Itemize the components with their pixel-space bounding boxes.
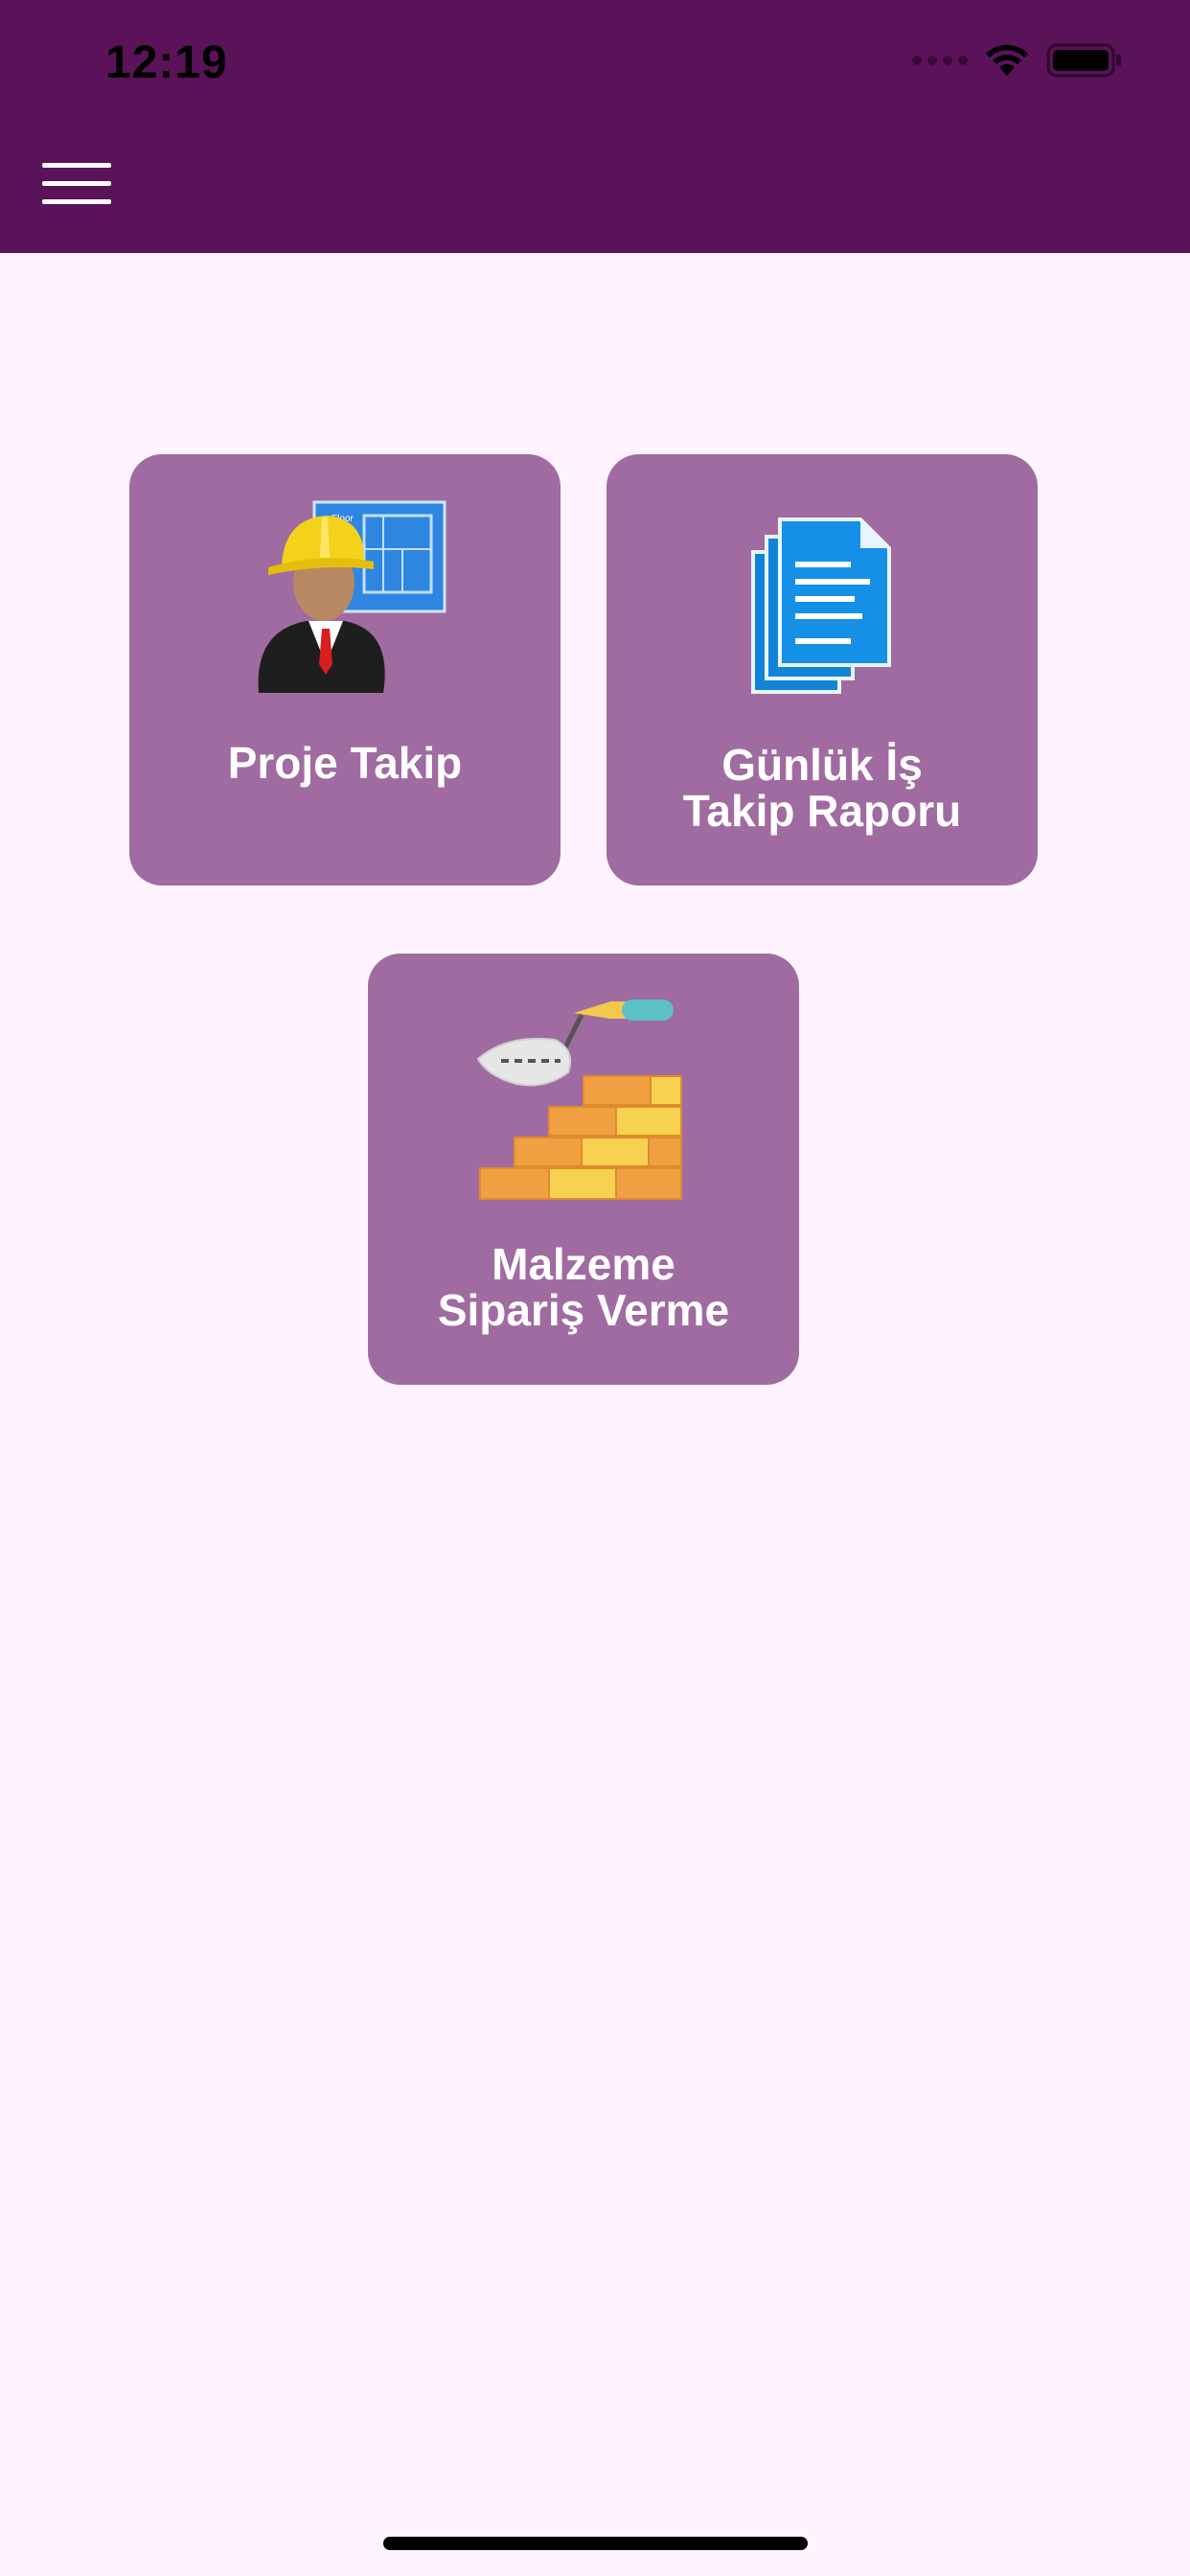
status-time: 12:19 xyxy=(105,37,228,88)
tile-label-line1: Günlük İş xyxy=(721,740,923,790)
battery-icon xyxy=(1046,43,1121,78)
status-icons xyxy=(912,42,1123,79)
app-header: 12:19 xyxy=(0,0,1190,253)
tile-label-line2: Sipariş Verme xyxy=(437,1285,730,1335)
bricks-trowel-icon xyxy=(368,992,799,1212)
cellular-signal-icon xyxy=(912,56,968,65)
tile-label-line2: Takip Raporu xyxy=(682,786,962,836)
documents-icon xyxy=(606,514,1038,696)
tile-label-malzeme-siparis-verme: Malzeme Sipariş Verme xyxy=(368,1241,799,1333)
tile-label-proje-takip: Proje Takip xyxy=(227,738,463,788)
home-indicator[interactable] xyxy=(383,2537,808,2550)
tile-malzeme-siparis-verme[interactable]: Malzeme Sipariş Verme xyxy=(368,954,799,1385)
tile-label-line1: Malzeme xyxy=(492,1239,675,1289)
tile-label-gunluk-is-takip-raporu: Günlük İş Takip Raporu xyxy=(606,742,1038,834)
tile-gunluk-is-takip-raporu[interactable]: Günlük İş Takip Raporu xyxy=(606,454,1038,886)
wifi-icon xyxy=(986,44,1028,76)
hamburger-menu-icon[interactable] xyxy=(42,163,111,205)
construction-worker-blueprint-icon: Floor xyxy=(129,496,561,698)
tile-proje-takip[interactable]: Floor Proje Takip xyxy=(129,454,561,886)
